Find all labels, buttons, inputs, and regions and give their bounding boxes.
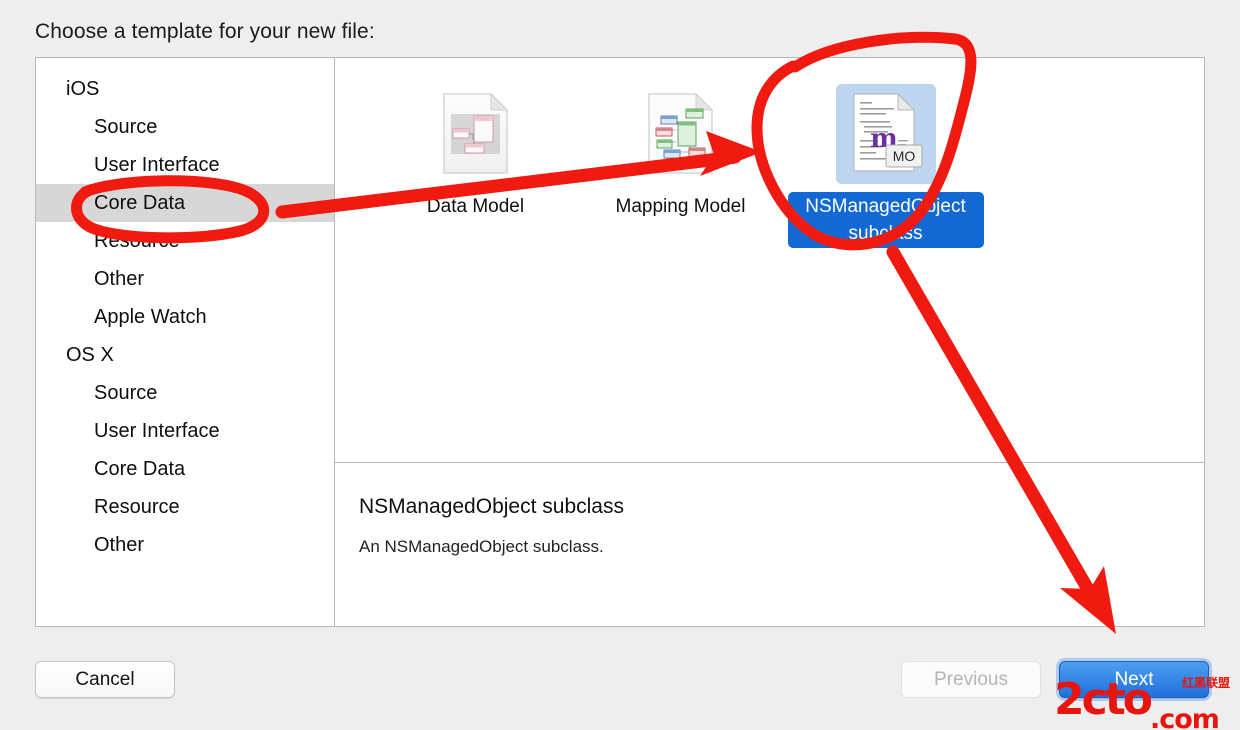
- mo-badge-label: MO: [892, 148, 915, 164]
- cancel-button[interactable]: Cancel: [35, 661, 175, 698]
- data-model-document-icon: [442, 92, 508, 174]
- sidebar-item-ios-user-interface[interactable]: User Interface: [36, 146, 334, 184]
- page-title: Choose a template for your new file:: [35, 20, 375, 43]
- sidebar-group-osx: OS X: [66, 344, 114, 366]
- template-tiles: Data Model Mapping Model m MO NSManagedO…: [335, 76, 1204, 248]
- template-grid: Data Model Mapping Model m MO NSManagedO…: [335, 58, 1204, 463]
- template-tile-data-model[interactable]: Data Model: [373, 76, 578, 248]
- mapping-model-document-icon: [647, 92, 713, 174]
- description-body: An NSManagedObject subclass.: [359, 537, 604, 556]
- template-label-nsmanagedobject-subclass: NSManagedObject subclass: [787, 192, 984, 248]
- template-label-data-model: Data Model: [426, 196, 525, 217]
- template-tile-nsmanagedobject-subclass[interactable]: m MO NSManagedObject subclass: [783, 76, 988, 248]
- sidebar-item-ios-other[interactable]: Other: [36, 260, 334, 298]
- template-description-pane: NSManagedObject subclass An NSManagedObj…: [335, 463, 1204, 626]
- template-chooser-panel: iOS Source User Interface Core Data Reso…: [35, 57, 1205, 627]
- sidebar-item-osx-source[interactable]: Source: [36, 374, 334, 412]
- template-icon-wrap: [631, 84, 731, 184]
- template-content-area: Data Model Mapping Model m MO NSManagedO…: [335, 58, 1204, 626]
- sidebar-item-osx-other[interactable]: Other: [36, 526, 334, 564]
- sidebar-item-ios-core-data[interactable]: Core Data: [36, 184, 334, 222]
- description-title: NSManagedObject subclass: [359, 495, 624, 518]
- previous-button[interactable]: Previous: [901, 661, 1041, 698]
- template-label-mapping-model: Mapping Model: [615, 196, 746, 217]
- sidebar-item-ios-apple-watch[interactable]: Apple Watch: [36, 298, 334, 336]
- platform-category-sidebar[interactable]: iOS Source User Interface Core Data Reso…: [36, 58, 335, 626]
- next-button[interactable]: Next: [1059, 661, 1209, 698]
- sidebar-item-osx-resource[interactable]: Resource: [36, 488, 334, 526]
- new-file-template-dialog: Choose a template for your new file: iOS…: [0, 0, 1240, 730]
- template-tile-mapping-model[interactable]: Mapping Model: [578, 76, 783, 248]
- managed-object-source-file-icon: m MO: [852, 92, 922, 172]
- sidebar-item-osx-user-interface[interactable]: User Interface: [36, 412, 334, 450]
- template-icon-wrap: m MO: [835, 84, 936, 184]
- sidebar-item-osx-core-data[interactable]: Core Data: [36, 450, 334, 488]
- sidebar-group-ios: iOS: [66, 78, 100, 100]
- template-icon-wrap: [426, 84, 526, 184]
- sidebar-item-ios-resource[interactable]: Resource: [36, 222, 334, 260]
- sidebar-item-ios-source[interactable]: Source: [36, 108, 334, 146]
- watermark-domain: .com: [1150, 704, 1220, 730]
